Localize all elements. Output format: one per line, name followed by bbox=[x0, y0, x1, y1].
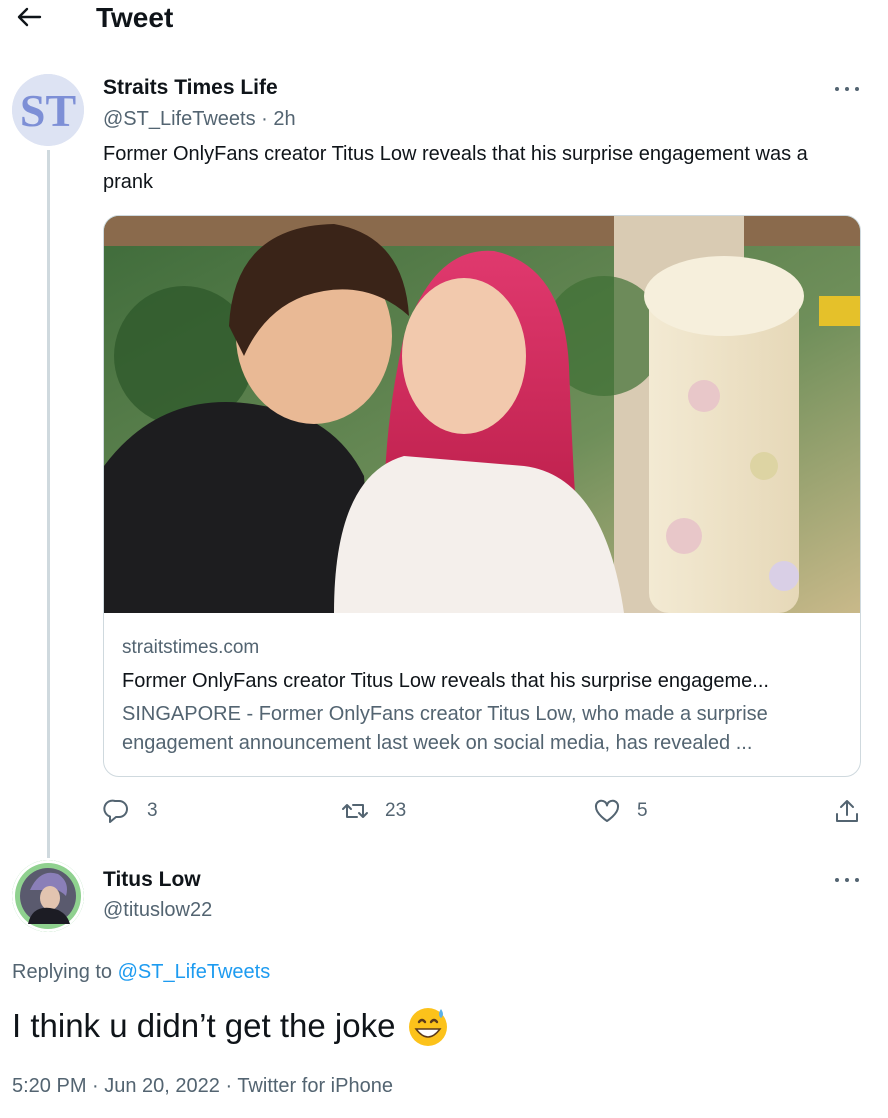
reply-author-handle[interactable]: @tituslow22 bbox=[103, 897, 212, 923]
share-button[interactable] bbox=[833, 796, 861, 826]
reply-text-row: I think u didn’t get the joke bbox=[12, 1004, 449, 1048]
replying-to-label: Replying to bbox=[12, 961, 118, 983]
top-bar: Tweet bbox=[0, 0, 888, 38]
page-title: Tweet bbox=[96, 2, 174, 33]
straits-times-avatar[interactable]: ST bbox=[12, 74, 84, 146]
back-arrow-icon[interactable] bbox=[14, 2, 44, 32]
reply-icon bbox=[103, 799, 128, 823]
reply-text: I think u didn’t get the joke bbox=[12, 1007, 396, 1044]
link-preview-card[interactable]: straitstimes.com Former OnlyFans creator… bbox=[103, 215, 861, 777]
replying-to: Replying to @ST_LifeTweets bbox=[12, 958, 270, 986]
like-button[interactable]: 5 bbox=[593, 796, 648, 826]
tweet-actions: 3 23 5 bbox=[0, 796, 888, 826]
card-domain: straitstimes.com bbox=[122, 637, 260, 658]
titus-low-avatar[interactable] bbox=[12, 860, 84, 932]
tweet-text: Former OnlyFans creator Titus Low reveal… bbox=[103, 143, 808, 193]
retweet-icon bbox=[342, 804, 368, 818]
card-title: Former OnlyFans creator Titus Low reveal… bbox=[122, 670, 769, 692]
replying-to-link[interactable]: @ST_LifeTweets bbox=[118, 961, 271, 983]
author-name[interactable]: Straits Times Life bbox=[103, 75, 278, 101]
reply-button[interactable]: 3 bbox=[103, 796, 158, 826]
thread-connector-line bbox=[47, 150, 50, 858]
tweet-timestamp: 5:20 PM · Jun 20, 2022 · Twitter for iPh… bbox=[12, 1075, 393, 1097]
retweet-count: 23 bbox=[385, 800, 407, 821]
share-icon bbox=[836, 800, 858, 822]
reply-author-name[interactable]: Titus Low bbox=[103, 867, 201, 893]
article-photo-image bbox=[104, 216, 860, 613]
like-count: 5 bbox=[637, 800, 648, 821]
avatar-logo-text: ST bbox=[20, 85, 76, 136]
grinning-face-with-sweat-icon bbox=[409, 1008, 448, 1046]
author-handle-time[interactable]: @ST_LifeTweets · 2h bbox=[103, 106, 296, 132]
more-options-icon[interactable] bbox=[833, 82, 861, 96]
retweet-button[interactable]: 23 bbox=[341, 796, 406, 826]
card-description: SINGAPORE - Former OnlyFans creator Titu… bbox=[122, 703, 768, 754]
reply-more-options-icon[interactable] bbox=[833, 873, 861, 887]
reply-count: 3 bbox=[147, 800, 158, 821]
heart-icon bbox=[594, 799, 620, 822]
